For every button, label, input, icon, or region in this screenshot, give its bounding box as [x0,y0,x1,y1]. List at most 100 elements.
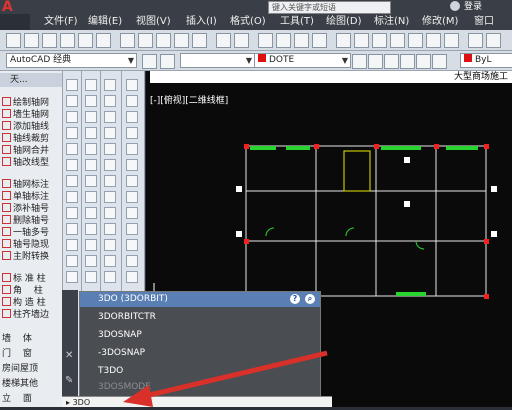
panel-title[interactable]: 天... [0,73,62,87]
design-center-icon[interactable] [354,33,369,48]
spline-icon[interactable] [126,207,138,219]
text-style-icon[interactable] [468,33,483,48]
construction-line-icon[interactable] [126,95,138,107]
tool-icon[interactable] [66,207,78,219]
tool-icon[interactable] [66,191,78,203]
tool-icon[interactable] [85,79,97,91]
layer-select[interactable]: ▼ [180,53,255,68]
rotate-icon[interactable] [104,175,116,187]
help-icon[interactable]: ? [290,294,300,304]
array-icon[interactable] [104,143,116,155]
zoom-realtime-icon[interactable] [276,33,291,48]
workspace-select[interactable]: AutoCAD 经典 ▼ [6,53,137,68]
preview-icon[interactable] [78,33,93,48]
polyline-icon[interactable] [126,111,138,123]
panel-item[interactable]: 删除轴号 [2,215,62,227]
viewport-controls[interactable]: [-][俯视][二维线框] [150,93,228,106]
panel-item[interactable]: 门 窗 [2,348,62,360]
menu-window[interactable]: 窗口 [474,14,494,30]
tool-icon[interactable] [66,143,78,155]
panel-item[interactable]: 一轴多号 [2,227,62,239]
tool-icon[interactable] [85,271,97,283]
panel-item[interactable]: 墙 体 [2,333,62,345]
panel-item[interactable]: 墙生轴网 [2,109,62,121]
make-current-icon[interactable] [352,54,367,69]
panel-item[interactable]: 轴改线型 [2,157,62,169]
close-icon[interactable]: ✕ [65,350,73,361]
tool-icon[interactable] [85,95,97,107]
tool-palettes-icon[interactable] [372,33,387,48]
panel-item[interactable]: 轴网合并 [2,145,62,157]
calculator-icon[interactable] [426,33,441,48]
menu-format[interactable]: 格式(O) [230,14,266,30]
panel-item[interactable]: 绘制轴网 [2,97,62,109]
revcloud-icon[interactable] [126,191,138,203]
insert-block-icon[interactable] [126,239,138,251]
tool-icon[interactable] [66,255,78,267]
autocad-logo-icon[interactable]: A [2,0,24,14]
tool-icon[interactable] [85,111,97,123]
redo-icon[interactable] [234,33,249,48]
polygon-icon[interactable] [126,127,138,139]
offset-icon[interactable] [104,127,116,139]
tool-icon[interactable] [85,143,97,155]
panel-item[interactable]: 柱齐墙边 [2,309,62,321]
print-icon[interactable] [60,33,75,48]
extend-icon[interactable] [104,239,116,251]
new-icon[interactable] [6,33,21,48]
hatch-icon[interactable] [126,255,138,267]
tool-icon[interactable] [85,239,97,251]
panel-item[interactable]: 构 造 柱 [2,297,62,309]
panel-item[interactable]: 单轴标注 [2,191,62,203]
autocomplete-item[interactable]: 3DO (3DORBIT) [98,292,168,307]
block-editor-icon[interactable] [192,33,207,48]
move-icon[interactable] [104,159,116,171]
cut-icon[interactable] [120,33,135,48]
command-line-handle[interactable]: ✕ ✎ [62,290,78,396]
tool-icon[interactable] [85,175,97,187]
autocomplete-item[interactable]: 3DOSNAP [98,328,142,343]
layer-previous-icon[interactable] [368,54,383,69]
menu-edit[interactable]: 编辑(E) [88,14,122,30]
tool-icon[interactable] [66,271,78,283]
menu-insert[interactable]: 插入(I) [186,14,217,30]
open-icon[interactable] [24,33,39,48]
properties-icon[interactable] [336,33,351,48]
zoom-window-icon[interactable] [294,33,309,48]
layer-properties-icon[interactable] [160,54,175,69]
panel-item[interactable]: 立 面 [2,393,62,405]
panel-item[interactable]: 添加轴线 [2,121,62,133]
panel-item[interactable]: 标 准 柱 [2,273,62,285]
stretch-icon[interactable] [104,207,116,219]
panel-item[interactable]: 角 柱 [2,285,62,297]
menu-draw[interactable]: 绘图(D) [326,14,362,30]
gear-icon[interactable] [142,54,157,69]
explode-icon[interactable] [104,271,116,283]
tool-icon[interactable] [85,255,97,267]
tool-icon[interactable] [66,223,78,235]
tool-icon[interactable] [85,159,97,171]
undo-icon[interactable] [216,33,231,48]
pan-icon[interactable] [258,33,273,48]
drawing-tab[interactable]: 大型商场施工 [150,71,512,83]
sheet-set-icon[interactable] [390,33,405,48]
scale-icon[interactable] [104,191,116,203]
tool-icon[interactable] [85,223,97,235]
trim-icon[interactable] [104,223,116,235]
match-properties-icon[interactable] [174,33,189,48]
linetype-select[interactable]: DOTE ▼ [254,53,351,68]
menu-dimension[interactable]: 标注(N) [374,14,409,30]
erase-icon[interactable] [104,79,116,91]
markup-icon[interactable] [408,33,423,48]
tool-icon[interactable] [66,79,78,91]
tool-icon[interactable] [66,159,78,171]
copy-icon[interactable] [138,33,153,48]
tool-icon[interactable] [66,239,78,251]
arc-icon[interactable] [126,159,138,171]
panel-item[interactable]: 楼梯其他 [2,378,62,390]
tool-icon[interactable] [66,175,78,187]
layer-states-icon[interactable] [384,54,399,69]
publish-icon[interactable] [96,33,111,48]
copy-object-icon[interactable] [104,95,116,107]
rectangle-icon[interactable] [126,143,138,155]
